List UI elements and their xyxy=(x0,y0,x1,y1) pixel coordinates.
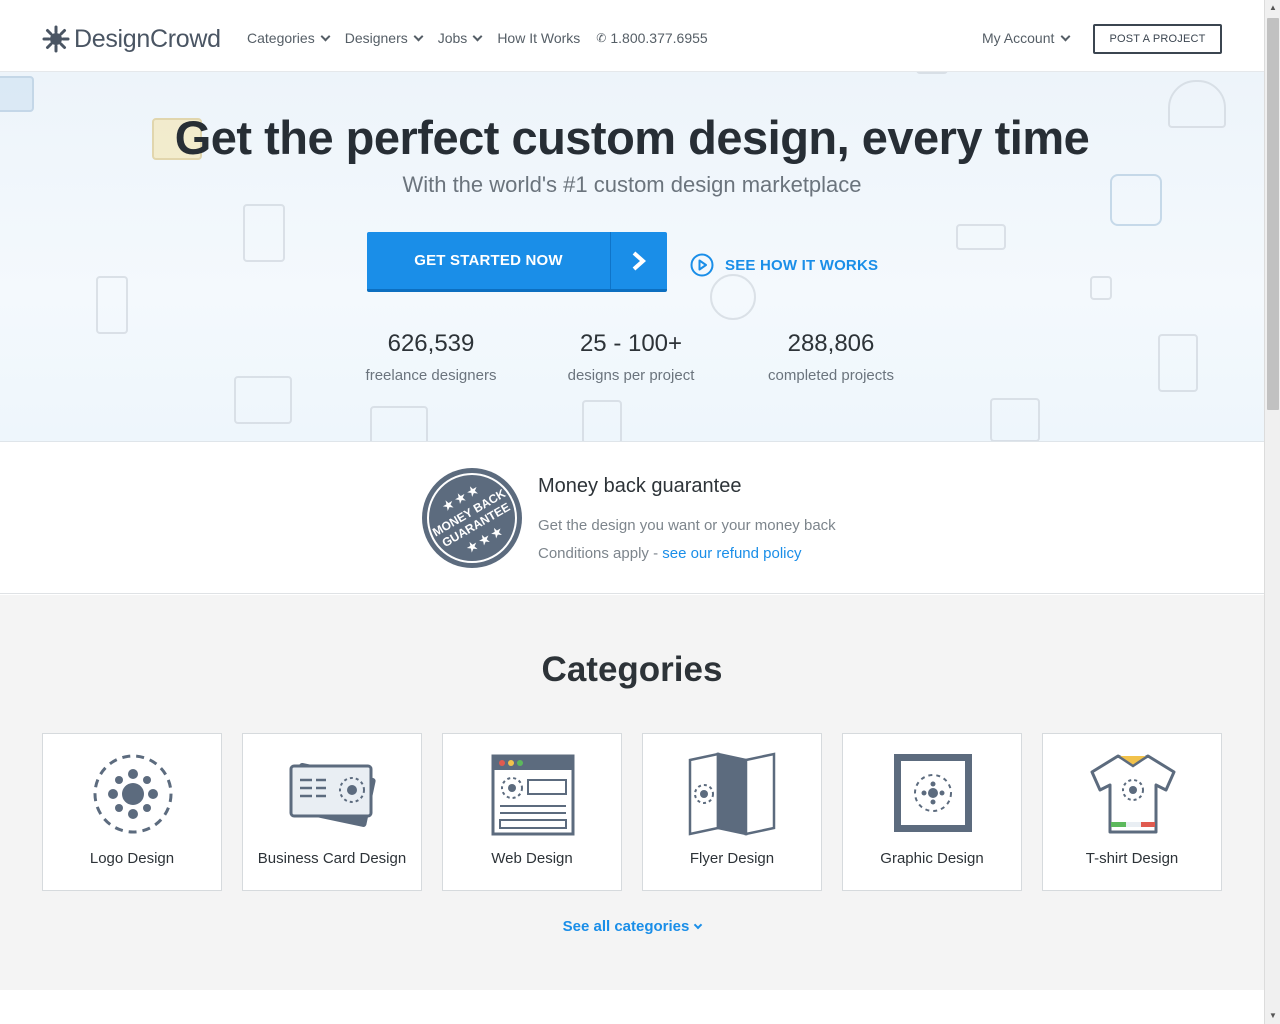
nav-designers[interactable]: Designers xyxy=(344,30,424,46)
logo-design-icon xyxy=(93,754,173,834)
nav-how-it-works-label: How It Works xyxy=(497,30,581,46)
monitor-decor-icon xyxy=(234,376,292,424)
categories-section: Categories Logo Design Business Card Des… xyxy=(0,595,1264,990)
stat-completed-projects: 288,806 completed projects xyxy=(731,330,931,384)
hero-section: Get the perfect custom design, every tim… xyxy=(0,72,1264,442)
post-project-button[interactable]: POST A PROJECT xyxy=(1093,24,1222,54)
stat-value: 25 - 100+ xyxy=(579,330,683,357)
chevron-down-icon xyxy=(472,31,483,41)
category-label: Graphic Design xyxy=(880,850,984,867)
guarantee-section: ★ ★ ★ MONEY BACK GUARANTEE ★ ★ ★ Money b… xyxy=(0,442,1264,594)
chevron-down-icon xyxy=(1060,31,1071,41)
nav-jobs[interactable]: Jobs xyxy=(437,30,483,46)
nav-jobs-label: Jobs xyxy=(437,30,468,46)
page-scrollbar[interactable]: ▲ ▼ xyxy=(1264,0,1280,1024)
monitor-decor-icon xyxy=(0,76,34,112)
chevron-right-icon xyxy=(611,232,667,289)
refund-policy-link[interactable]: see our refund policy xyxy=(662,545,801,562)
hero-subtitle: With the world's #1 custom design market… xyxy=(402,172,862,197)
floppy-decor-icon xyxy=(1090,276,1112,300)
category-card-web[interactable]: Web Design xyxy=(442,733,622,891)
category-label: Flyer Design xyxy=(689,850,775,867)
gameboy-decor-icon xyxy=(1158,334,1198,392)
stat-value: 288,806 xyxy=(787,330,875,357)
stat-label: freelance designers xyxy=(365,367,497,384)
category-card-business-card[interactable]: Business Card Design xyxy=(242,733,422,891)
stat-value: 626,539 xyxy=(387,330,475,357)
main-nav: Categories Designers Jobs How It Works ✆… xyxy=(247,30,724,46)
see-all-label: See all categories xyxy=(562,918,690,935)
my-account-menu[interactable]: My Account xyxy=(982,30,1071,46)
nav-categories[interactable]: Categories xyxy=(247,30,331,46)
guarantee-title: Money back guarantee xyxy=(538,475,742,497)
category-card-tshirt[interactable]: T-shirt Design xyxy=(1042,733,1222,891)
category-label: Business Card Design xyxy=(257,850,407,867)
flyer-design-icon xyxy=(688,752,776,836)
category-card-logo[interactable]: Logo Design xyxy=(42,733,222,891)
tshirt-design-icon xyxy=(1090,754,1176,834)
chevron-down-icon xyxy=(413,31,424,41)
category-card-flyer[interactable]: Flyer Design xyxy=(642,733,822,891)
scroll-down-icon[interactable]: ▼ xyxy=(1265,1008,1280,1024)
hero-title: Get the perfect custom design, every tim… xyxy=(174,111,1090,164)
brand-name: DesignCrowd xyxy=(74,24,221,53)
paint-roller-decor-icon xyxy=(956,224,1006,250)
site-header: DesignCrowd Categories Designers Jobs Ho… xyxy=(0,0,1264,72)
category-card-graphic[interactable]: Graphic Design xyxy=(842,733,1022,891)
stat-label: completed projects xyxy=(768,367,894,384)
phone-icon: ✆ xyxy=(596,31,607,45)
stat-designers: 626,539 freelance designers xyxy=(331,330,531,384)
tablet-decor-icon xyxy=(243,204,285,262)
gameboy-decor-icon xyxy=(990,398,1040,441)
phone-number: 1.800.377.6955 xyxy=(610,30,708,46)
scrollbar-thumb[interactable] xyxy=(1267,18,1279,410)
phone-decor-icon xyxy=(916,72,948,74)
see-all-categories-link[interactable]: See all categories xyxy=(0,918,1264,935)
nav-designers-label: Designers xyxy=(344,30,408,46)
brand-logo[interactable]: DesignCrowd xyxy=(42,24,221,54)
camera-decor-icon xyxy=(370,406,428,441)
stat-label: designs per project xyxy=(567,367,695,384)
graphic-design-icon xyxy=(894,754,972,832)
scroll-up-icon[interactable]: ▲ xyxy=(1265,0,1280,16)
business-card-icon xyxy=(289,762,376,827)
money-back-badge-icon: ★ ★ ★ MONEY BACK GUARANTEE ★ ★ ★ xyxy=(422,468,522,568)
stat-designs-per-project: 25 - 100+ designs per project xyxy=(531,330,731,384)
page: DesignCrowd Categories Designers Jobs Ho… xyxy=(0,0,1264,1024)
guarantee-conditions: Conditions apply - see our refund policy xyxy=(538,545,801,562)
get-started-button[interactable]: GET STARTED NOW xyxy=(367,232,667,292)
get-started-label: GET STARTED NOW xyxy=(367,232,611,289)
category-label: T-shirt Design xyxy=(1085,850,1179,867)
guarantee-line: Get the design you want or your money ba… xyxy=(538,517,836,534)
nav-categories-label: Categories xyxy=(247,30,315,46)
category-label: Web Design xyxy=(491,850,573,867)
chevron-down-icon xyxy=(694,920,703,930)
see-how-it-works-label: SEE HOW IT WORKS xyxy=(725,256,879,274)
nav-how-it-works[interactable]: How It Works xyxy=(497,30,580,46)
play-circle-icon xyxy=(690,253,714,277)
designcrowd-logo-icon xyxy=(42,25,70,53)
categories-title: Categories xyxy=(541,650,723,689)
webcam-decor-icon xyxy=(710,274,756,320)
nav-phone[interactable]: ✆ 1.800.377.6955 xyxy=(596,30,707,46)
see-how-it-works-link[interactable]: SEE HOW IT WORKS xyxy=(690,253,878,277)
next-section xyxy=(0,990,1264,1024)
conditions-text: Conditions apply - xyxy=(538,545,663,562)
my-account-label: My Account xyxy=(982,30,1055,46)
phone-decor-icon xyxy=(96,276,128,334)
chevron-down-icon xyxy=(320,31,331,41)
category-label: Logo Design xyxy=(89,850,175,867)
web-design-icon xyxy=(491,754,575,836)
pos-terminal-decor-icon xyxy=(582,400,622,441)
